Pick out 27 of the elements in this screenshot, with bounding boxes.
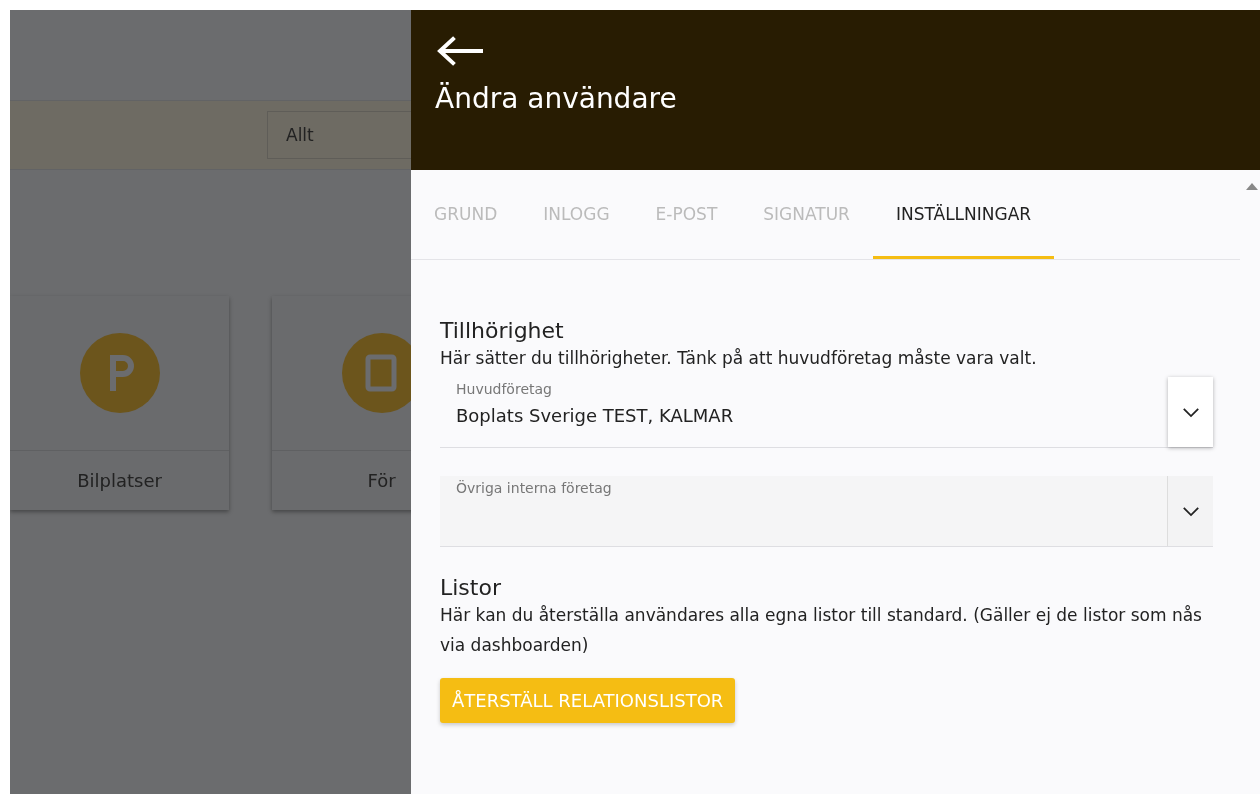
tile-card[interactable]: Bilplatser <box>10 296 229 510</box>
section-description: Här sätter du tillhörigheter. Tänk på att huvudföretag måste vara valt. <box>440 347 1038 370</box>
document-icon <box>341 333 411 413</box>
select-field[interactable]: Övriga interna företag <box>440 476 1213 547</box>
panel-title: Ändra användare <box>435 82 678 115</box>
chevron-down-icon <box>1181 406 1200 418</box>
parking-icon <box>79 333 160 413</box>
section-description: Här kan du återställa användares alla egna listor till standard. (Gäller ej de listor som nås via dashboarden) <box>440 604 1203 657</box>
section-heading: Listor <box>440 575 502 600</box>
field-value: Boplats Sverige TEST, KALMAR <box>456 405 735 426</box>
tile-label: Bilplatser <box>76 469 163 493</box>
tab[interactable]: INSTÄLLNINGAR <box>872 170 1055 259</box>
chevron-down-icon <box>1181 505 1200 517</box>
field-label: Övriga interna företag <box>456 480 613 496</box>
reset-button[interactable]: ÅTERSTÄLL RELATIONSLISTOR <box>440 678 736 723</box>
section-heading: Tillhörighet <box>440 318 565 343</box>
scroll-up-icon[interactable] <box>1246 182 1258 190</box>
back-arrow-icon[interactable] <box>435 36 483 66</box>
tab[interactable]: INLOGG <box>520 170 633 259</box>
tile-label: För <box>366 469 397 493</box>
tab[interactable]: SIGNATUR <box>740 170 873 259</box>
field-label: Huvudföretag <box>456 381 553 397</box>
dropdown-toggle[interactable] <box>1168 377 1213 447</box>
tab[interactable]: E-POST <box>632 170 741 259</box>
tile-card[interactable]: För <box>272 296 411 510</box>
tab[interactable]: GRUND <box>411 170 521 259</box>
select-field[interactable]: Huvudföretag Boplats Sverige TEST, KALMAR <box>440 377 1213 448</box>
